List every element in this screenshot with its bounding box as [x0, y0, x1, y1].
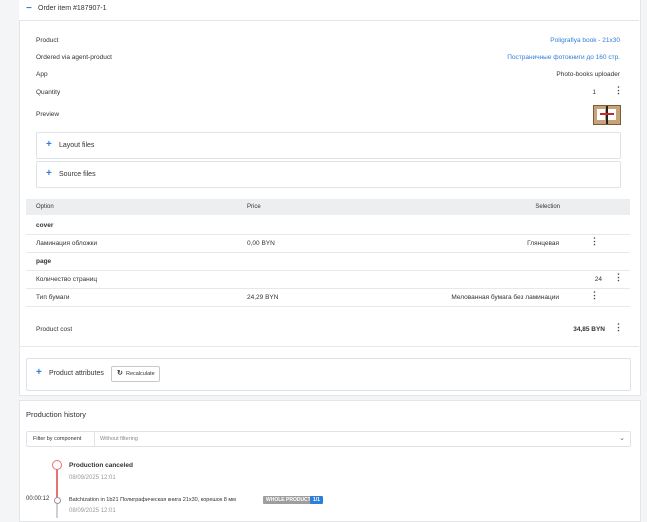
- event-title: Batchization in 1b21 Полиграфическая кни…: [69, 497, 236, 503]
- recalculate-button[interactable]: ↻ Recalculate: [111, 366, 160, 382]
- expand-icon: +: [46, 139, 52, 150]
- order-item-header[interactable]: − Order item #187907-1: [19, 0, 639, 21]
- field-label-quantity: Quantity: [36, 89, 61, 96]
- component-filter[interactable]: Filter by component Without filtering ⌄: [26, 431, 631, 447]
- expand-icon[interactable]: +: [36, 367, 42, 378]
- event-title: Production canceled: [69, 462, 133, 469]
- chevron-down-icon: ⌄: [619, 435, 625, 442]
- col-price: Price: [247, 204, 261, 210]
- event-date: 08/09/2025 12:01: [69, 508, 116, 514]
- option-menu-icon[interactable]: ⋮: [590, 237, 599, 246]
- layout-files-expander[interactable]: + Layout files: [36, 132, 621, 159]
- option-name: Тип бумаги: [36, 294, 70, 301]
- event-elapsed-time: 00:00:12: [26, 496, 50, 502]
- option-name: Количество страниц: [36, 276, 98, 283]
- filter-label: Filter by component: [33, 436, 82, 442]
- field-label-preview: Preview: [36, 111, 60, 118]
- whole-product-badge: WHOLE PRODUCT: [263, 496, 314, 504]
- field-label-agent-product: Ordered via agent-product: [36, 54, 112, 61]
- order-item-title: Order item #187907-1: [38, 5, 107, 12]
- expander-label: Layout files: [59, 142, 95, 149]
- option-menu-icon[interactable]: ⋮: [614, 273, 623, 282]
- agent-product-link[interactable]: Постраничные фотокниги до 160 стр.: [507, 54, 620, 61]
- refresh-icon: ↻: [117, 370, 123, 377]
- option-menu-icon[interactable]: ⋮: [590, 291, 599, 300]
- app-value: Photo-books uploader: [556, 71, 620, 78]
- group-title-page: page: [36, 258, 52, 265]
- product-cost-menu-icon[interactable]: ⋮: [614, 323, 623, 332]
- product-cost-label: Product cost: [36, 326, 73, 333]
- option-name: Ламинация обложки: [36, 240, 98, 247]
- expand-icon: +: [46, 168, 52, 179]
- production-history-card: [19, 400, 641, 522]
- field-label-product: Product: [36, 37, 59, 44]
- quantity-value: 1: [592, 89, 596, 96]
- option-selection: Глянцевая: [527, 240, 559, 247]
- product-cost-value: 34,85 BYN: [573, 326, 605, 333]
- product-attributes-label[interactable]: Product attributes: [49, 370, 104, 377]
- option-price: 0,00 BYN: [247, 240, 275, 247]
- col-option: Option: [36, 204, 54, 210]
- col-selection: Selection: [535, 204, 560, 210]
- timeline-node-canceled: [52, 460, 62, 470]
- quantity-menu-icon[interactable]: ⋮: [614, 86, 623, 95]
- collapse-icon[interactable]: −: [26, 3, 32, 14]
- expander-label: Source files: [59, 171, 96, 178]
- preview-thumbnail[interactable]: [593, 105, 621, 125]
- filter-value: Without filtering: [100, 436, 138, 442]
- option-price: 24,29 BYN: [247, 294, 279, 301]
- product-link[interactable]: Poligrafiya book - 21x30: [550, 37, 620, 44]
- field-label-app: App: [36, 71, 48, 78]
- recalculate-label: Recalculate: [126, 371, 155, 377]
- production-history-title: Production history: [26, 410, 87, 419]
- source-files-expander[interactable]: + Source files: [36, 161, 621, 188]
- timeline-node: [54, 497, 61, 504]
- count-badge: 1/1: [310, 496, 323, 504]
- option-selection: 24: [594, 276, 602, 283]
- option-selection: Мелованная бумага без ламинации: [451, 294, 559, 301]
- event-date: 08/09/2025 12:01: [69, 475, 116, 481]
- group-title-cover: cover: [36, 222, 54, 229]
